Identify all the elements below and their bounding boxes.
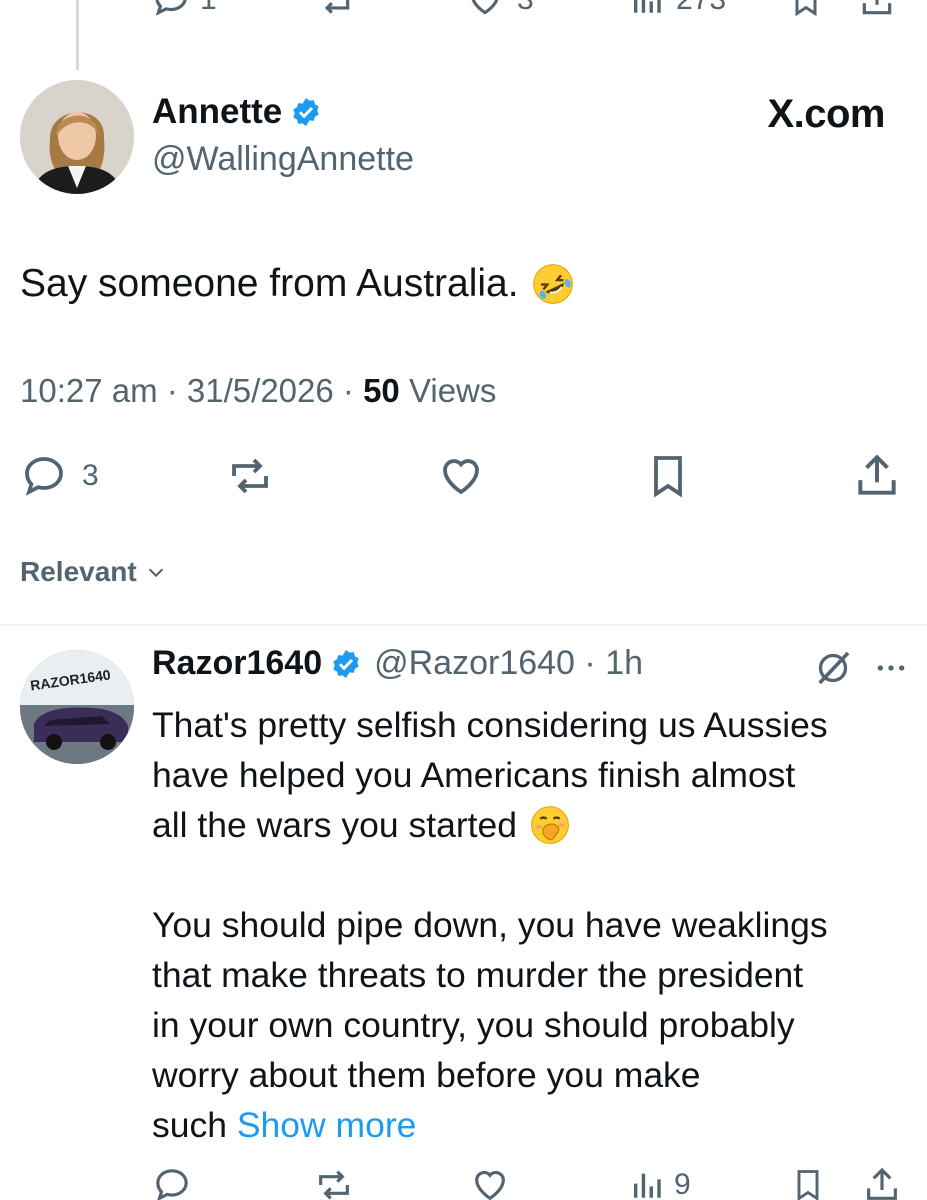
reply-line: You should pipe down, you have weaklings	[152, 905, 828, 945]
tweet-date[interactable]: 31/5/2026	[187, 372, 334, 410]
brand-watermark: X.com	[767, 92, 885, 136]
divider	[0, 624, 927, 626]
grok-icon[interactable]	[813, 648, 853, 688]
reply-action-bar: 9	[0, 1160, 927, 1200]
meta-separator: ·	[333, 372, 364, 409]
meta-space	[400, 372, 409, 410]
reply-line-with-emoji: all the wars you started	[152, 800, 912, 850]
repost-button[interactable]	[222, 446, 278, 506]
reply-author-name[interactable]: Razor1640	[152, 644, 322, 683]
thread-connector-line	[76, 0, 79, 70]
reply-bookmark-button[interactable]	[790, 1160, 826, 1200]
repost-icon	[232, 458, 268, 494]
repost-icon	[320, 0, 350, 14]
author-name: Annette	[152, 92, 283, 131]
reply-line: worry about them before you make	[152, 1055, 701, 1095]
tweet-meta: 10:27 am · 31/5/2026 · 50 Views	[20, 372, 496, 410]
reply-avatar-image: RAZOR1640	[20, 650, 134, 764]
reply-button[interactable]: 3	[20, 446, 99, 506]
verified-badge-icon	[290, 96, 322, 128]
views-icon	[633, 1173, 661, 1198]
reply-header-icons	[813, 648, 907, 688]
tweet-time[interactable]: 10:27 am	[20, 372, 158, 410]
author-photo	[20, 80, 134, 194]
share-icon	[862, 0, 892, 15]
prev-reply-button[interactable]: 1	[152, 0, 217, 18]
tweet-body: Say someone from Australia.	[20, 262, 519, 305]
like-button[interactable]	[434, 446, 488, 506]
tweet-action-bar: 3	[0, 446, 927, 506]
reply-header: Razor1640 @Razor1640 · 1h	[152, 644, 643, 683]
reply-age[interactable]: 1h	[605, 644, 643, 683]
views-icon	[633, 0, 661, 13]
reply-repost-button[interactable]	[312, 1160, 356, 1200]
prev-reply-count: 1	[200, 0, 217, 17]
show-more-link[interactable]: Show more	[237, 1105, 417, 1145]
views-label: Views	[408, 372, 497, 409]
author-name-row[interactable]: Annette	[152, 92, 322, 132]
prev-bookmark-button[interactable]	[788, 0, 824, 18]
more-options-icon[interactable]	[875, 652, 907, 684]
reply-view-count: 9	[674, 1168, 691, 1200]
prev-view-count: 273	[676, 0, 726, 17]
views-count: 50	[363, 372, 400, 409]
avatar[interactable]	[20, 80, 134, 194]
reply-icon	[156, 1169, 188, 1200]
prev-share-button[interactable]	[858, 0, 896, 18]
reply-avatar[interactable]: RAZOR1640	[20, 650, 134, 764]
share-icon	[858, 454, 896, 495]
prev-views-button[interactable]: 273	[630, 0, 726, 18]
repost-icon	[319, 1170, 349, 1200]
reply-line: that make threats to murder the presiden…	[152, 955, 804, 995]
chevron-down-icon	[148, 568, 163, 578]
reply-line: That's pretty selfish considering us Aus…	[152, 705, 828, 745]
sort-label: Relevant	[20, 556, 137, 587]
rolling-laughing-emoji-icon	[531, 262, 575, 306]
share-button[interactable]	[852, 446, 902, 506]
heart-icon	[475, 1170, 505, 1200]
verified-badge-icon	[330, 648, 362, 680]
reply-share-button[interactable]	[862, 1160, 902, 1200]
reply-icon	[155, 0, 187, 16]
reply-last-line: such Show more	[152, 1100, 912, 1150]
bookmark-icon	[797, 1170, 819, 1200]
prev-like-button[interactable]: 3	[465, 0, 534, 18]
reply-line: have helped you Americans finish almost	[152, 755, 796, 795]
previous-tweet-action-bar: 1 3 273	[0, 0, 927, 22]
reply-line: all the wars you started	[152, 805, 518, 845]
tweet-text: Say someone from Australia.	[20, 262, 575, 306]
prev-repost-button[interactable]	[315, 0, 355, 18]
share-icon	[867, 1167, 897, 1200]
prev-like-count: 3	[517, 0, 534, 17]
reply-text: That's pretty selfish considering us Aus…	[152, 700, 912, 1150]
reply-reply-button[interactable]	[152, 1160, 192, 1200]
reply-icon	[25, 457, 63, 496]
heart-icon	[443, 459, 479, 495]
reply-views-button[interactable]: 9	[630, 1160, 691, 1200]
heart-icon	[471, 0, 499, 15]
bookmark-icon	[795, 0, 817, 17]
bookmark-button[interactable]	[644, 446, 692, 506]
sort-replies-dropdown[interactable]: Relevant	[20, 556, 167, 588]
bookmark-icon	[654, 456, 682, 498]
reply-count: 3	[82, 459, 99, 492]
reply-last-word: such	[152, 1105, 227, 1145]
face-with-hand-over-mouth-icon	[529, 804, 571, 846]
meta-separator: ·	[157, 372, 187, 409]
author-handle[interactable]: @WallingAnnette	[152, 140, 414, 179]
reply-like-button[interactable]	[468, 1160, 512, 1200]
header-separator: ·	[574, 644, 606, 682]
reply-author-handle[interactable]: @Razor1640	[374, 644, 575, 683]
reply-line: in your own country, you should probably	[152, 1005, 795, 1045]
